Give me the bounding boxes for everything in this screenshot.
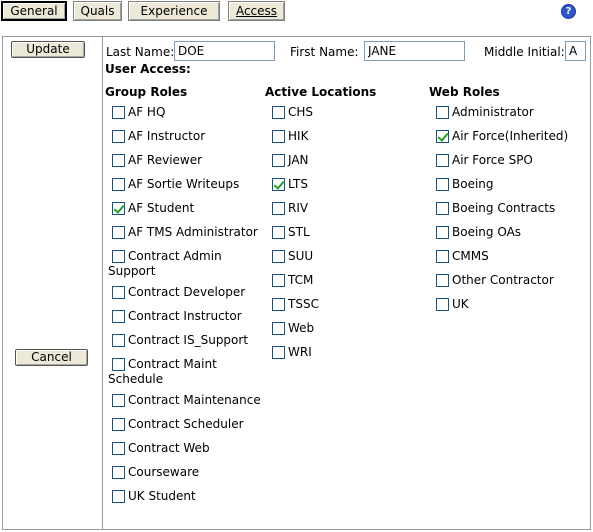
last-name-field[interactable] xyxy=(174,41,275,61)
location-checkbox[interactable] xyxy=(272,346,285,359)
web-role-label: Boeing Contracts xyxy=(452,201,556,215)
cancel-button[interactable]: Cancel xyxy=(15,349,88,366)
location-label: JAN xyxy=(288,153,309,167)
web-role-checkbox[interactable] xyxy=(436,106,449,119)
group-role-label: Contract Scheduler xyxy=(128,417,244,431)
web-role-label: Other Contractor xyxy=(452,273,554,287)
web-role-label: Administrator xyxy=(452,105,534,119)
web-role-label: CMMS xyxy=(452,249,489,263)
group-roles-heading: Group Roles xyxy=(105,85,188,99)
web-role-checkbox[interactable] xyxy=(436,202,449,215)
web-role-checkbox[interactable] xyxy=(436,130,449,143)
location-label: Web xyxy=(288,321,315,335)
first-name-field[interactable] xyxy=(364,41,465,61)
group-role-checkbox[interactable] xyxy=(112,334,125,347)
location-label: TCM xyxy=(288,273,314,287)
web-role-checkbox[interactable] xyxy=(436,298,449,311)
middle-initial-field[interactable] xyxy=(565,41,586,61)
group-role-label-continued: Schedule xyxy=(108,372,164,386)
location-checkbox[interactable] xyxy=(272,106,285,119)
location-label: WRI xyxy=(288,345,312,359)
group-role-checkbox[interactable] xyxy=(112,202,125,215)
group-role-checkbox[interactable] xyxy=(112,154,125,167)
location-checkbox[interactable] xyxy=(272,154,285,167)
group-role-label-continued: Support xyxy=(108,264,156,278)
tab-bar: General Quals Experience Access ? xyxy=(0,0,593,26)
group-role-label: AF Student xyxy=(128,201,195,215)
group-role-label: Contract Web xyxy=(128,441,210,455)
group-role-checkbox[interactable] xyxy=(112,442,125,455)
group-role-checkbox[interactable] xyxy=(112,106,125,119)
tab-general[interactable]: General xyxy=(1,1,67,21)
location-checkbox[interactable] xyxy=(272,298,285,311)
group-role-checkbox[interactable] xyxy=(112,418,125,431)
group-role-checkbox[interactable] xyxy=(112,466,125,479)
location-checkbox[interactable] xyxy=(272,130,285,143)
location-label: LTS xyxy=(288,177,308,191)
group-role-label: AF HQ xyxy=(128,105,166,119)
location-checkbox[interactable] xyxy=(272,250,285,263)
update-button[interactable]: Update xyxy=(11,41,85,58)
location-checkbox[interactable] xyxy=(272,226,285,239)
group-role-label: Contract Maint xyxy=(128,357,217,371)
user-access-title: User Access: xyxy=(105,62,191,76)
group-role-checkbox[interactable] xyxy=(112,178,125,191)
web-role-checkbox[interactable] xyxy=(436,154,449,167)
help-icon[interactable]: ? xyxy=(561,4,576,19)
group-role-label: UK Student xyxy=(128,489,196,503)
location-checkbox[interactable] xyxy=(272,202,285,215)
last-name-label: Last Name: xyxy=(106,45,175,59)
group-role-label: Courseware xyxy=(128,465,200,479)
web-role-label: Boeing xyxy=(452,177,494,191)
web-role-label: UK xyxy=(452,297,469,311)
web-roles-heading: Web Roles xyxy=(429,85,500,99)
first-name-label: First Name: xyxy=(290,45,359,59)
group-role-label: Contract Instructor xyxy=(128,309,242,323)
active-locations-heading: Active Locations xyxy=(265,85,377,99)
location-label: HIK xyxy=(288,129,309,143)
location-label: SUU xyxy=(288,249,314,263)
web-role-label: Air Force SPO xyxy=(452,153,533,167)
web-role-label: Boeing OAs xyxy=(452,225,522,239)
group-role-checkbox[interactable] xyxy=(112,250,125,263)
group-role-label: AF TMS Administrator xyxy=(128,225,258,239)
location-checkbox[interactable] xyxy=(272,274,285,287)
group-role-checkbox[interactable] xyxy=(112,310,125,323)
web-role-label: Air Force(Inherited) xyxy=(452,129,569,143)
location-label: TSSC xyxy=(288,297,319,311)
location-checkbox[interactable] xyxy=(272,178,285,191)
panel-divider xyxy=(102,36,103,530)
location-checkbox[interactable] xyxy=(272,322,285,335)
web-role-checkbox[interactable] xyxy=(436,178,449,191)
group-role-checkbox[interactable] xyxy=(112,490,125,503)
group-role-checkbox[interactable] xyxy=(112,358,125,371)
group-role-label: Contract Maintenance xyxy=(128,393,261,407)
middle-initial-label: Middle Initial: xyxy=(484,45,565,59)
tab-quals[interactable]: Quals xyxy=(73,1,122,21)
group-role-label: Contract Developer xyxy=(128,285,246,299)
location-label: STL xyxy=(288,225,310,239)
group-role-label: Contract IS_Support xyxy=(128,333,249,347)
group-role-label: Contract Admin xyxy=(128,249,222,263)
group-role-checkbox[interactable] xyxy=(112,226,125,239)
group-role-checkbox[interactable] xyxy=(112,286,125,299)
web-role-checkbox[interactable] xyxy=(436,274,449,287)
group-role-label: AF Instructor xyxy=(128,129,206,143)
group-role-checkbox[interactable] xyxy=(112,394,125,407)
group-role-label: AF Reviewer xyxy=(128,153,203,167)
location-label: RIV xyxy=(288,201,309,215)
tab-access[interactable]: Access xyxy=(228,1,285,21)
web-role-checkbox[interactable] xyxy=(436,250,449,263)
tab-experience[interactable]: Experience xyxy=(128,1,220,21)
group-role-label: AF Sortie Writeups xyxy=(128,177,240,191)
group-role-checkbox[interactable] xyxy=(112,130,125,143)
location-label: CHS xyxy=(288,105,314,119)
web-role-checkbox[interactable] xyxy=(436,226,449,239)
